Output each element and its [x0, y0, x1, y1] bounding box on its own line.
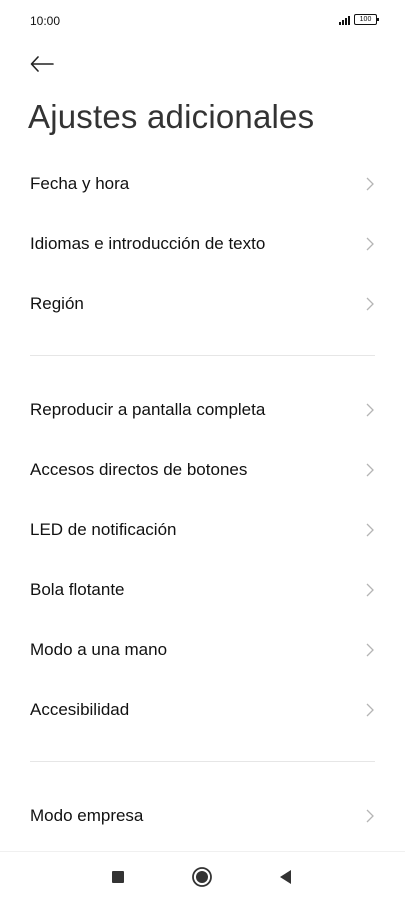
- home-button[interactable]: [190, 865, 214, 889]
- settings-list: Fecha y hora Idiomas e introducción de t…: [0, 154, 405, 846]
- menu-item-bola-flotante[interactable]: Bola flotante: [0, 560, 405, 620]
- recents-button[interactable]: [106, 865, 130, 889]
- battery-level: 100: [359, 16, 372, 23]
- navigation-bar: [0, 851, 405, 902]
- status-time: 10:00: [30, 14, 61, 28]
- back-nav-button[interactable]: [273, 865, 297, 889]
- chevron-right-icon: [366, 177, 374, 191]
- menu-item-label: Accesos directos de botones: [30, 460, 248, 479]
- menu-item-label: Modo a una mano: [30, 640, 168, 659]
- chevron-right-icon: [366, 297, 374, 311]
- status-bar: 10:00 100: [0, 0, 405, 44]
- chevron-right-icon: [366, 463, 374, 477]
- chevron-right-icon: [366, 643, 374, 657]
- back-button[interactable]: [30, 50, 58, 78]
- menu-item-label: Reproducir a pantalla completa: [30, 400, 266, 419]
- home-circle-icon: [192, 867, 212, 887]
- menu-item-label: Idiomas e introducción de texto: [30, 234, 266, 253]
- menu-item-idiomas[interactable]: Idiomas e introducción de texto: [0, 214, 405, 274]
- menu-item-label: Fecha y hora: [30, 174, 130, 193]
- arrow-left-icon: [30, 56, 54, 72]
- menu-item-accesibilidad[interactable]: Accesibilidad: [0, 680, 405, 740]
- menu-item-region[interactable]: Región: [0, 274, 405, 334]
- section-divider: [0, 740, 405, 786]
- battery-icon: 100: [354, 14, 379, 25]
- chevron-right-icon: [366, 809, 374, 823]
- chevron-right-icon: [366, 523, 374, 537]
- menu-item-label: Accesibilidad: [30, 700, 130, 719]
- signal-icon: [339, 16, 350, 25]
- menu-item-label: Bola flotante: [30, 580, 125, 599]
- menu-item-accesos-directos[interactable]: Accesos directos de botones: [0, 440, 405, 500]
- menu-item-fecha-y-hora[interactable]: Fecha y hora: [0, 154, 405, 214]
- menu-item-label: LED de notificación: [30, 520, 177, 539]
- menu-item-modo-empresa[interactable]: Modo empresa: [0, 786, 405, 846]
- menu-item-pantalla-completa[interactable]: Reproducir a pantalla completa: [0, 380, 405, 440]
- chevron-right-icon: [366, 703, 374, 717]
- menu-item-modo-una-mano[interactable]: Modo a una mano: [0, 620, 405, 680]
- chevron-right-icon: [366, 583, 374, 597]
- menu-item-label: Región: [30, 294, 84, 313]
- chevron-right-icon: [366, 237, 374, 251]
- back-triangle-icon: [280, 870, 291, 884]
- menu-item-led-notificacion[interactable]: LED de notificación: [0, 500, 405, 560]
- status-icons: 100: [339, 14, 379, 25]
- page-title: Ajustes adicionales: [28, 98, 315, 135]
- chevron-right-icon: [366, 403, 374, 417]
- section-divider: [0, 334, 405, 380]
- recents-square-icon: [112, 871, 124, 883]
- menu-item-label: Modo empresa: [30, 806, 144, 825]
